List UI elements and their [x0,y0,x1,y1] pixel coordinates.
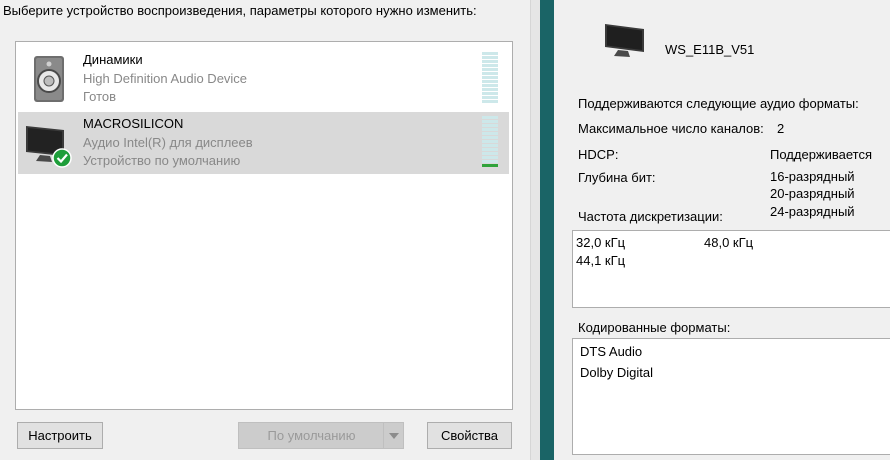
device-list[interactable]: Динамики High Definition Audio Device Го… [15,41,513,410]
encoded-formats-list[interactable]: DTS Audio Dolby Digital [572,338,890,455]
device-name: Динамики [83,52,143,67]
bit-depth-16: 16-разрядный [770,169,855,184]
device-name: MACROSILICON [83,116,184,131]
device-properties-pane: WS_E11B_V51 Поддерживаются следующие ауд… [554,0,890,460]
bit-depth-24: 24-разрядный [770,204,855,219]
hdcp-label: HDCP: [578,147,619,162]
device-description: High Definition Audio Device [83,71,248,86]
volume-level-meter [482,52,498,106]
volume-level-meter [482,116,498,170]
max-channels-value: 2 [777,121,785,136]
device-row-speakers[interactable]: Динамики High Definition Audio Device Го… [18,48,509,110]
set-default-label: По умолчанию [267,428,356,443]
device-status: Устройство по умолчанию [83,153,241,168]
instruction-text: Выберите устройство воспроизведения, пар… [3,3,477,18]
sample-rate-item: 48,0 кГц [704,235,754,250]
sample-rate-item: 44,1 кГц [576,253,626,268]
sample-rate-list[interactable]: 32,0 кГц 48,0 кГц 44,1 кГц [572,230,890,308]
device-row-macrosilicon[interactable]: MACROSILICON Аудио Intel(R) для дисплеев… [18,112,509,174]
device-model-name: WS_E11B_V51 [665,42,755,57]
device-status: Готов [83,89,117,104]
device-description: Аудио Intel(R) для дисплеев [83,135,253,150]
monitor-icon [604,22,646,60]
configure-button[interactable]: Настроить [17,422,103,449]
dropdown-arrow-icon[interactable] [383,423,403,448]
bit-depth-20: 20-разрядный [770,186,855,201]
properties-button[interactable]: Свойства [427,422,512,449]
encoded-format-item: Dolby Digital [580,365,653,380]
speaker-icon [24,54,74,104]
hdcp-value: Поддерживается [770,147,873,162]
bit-depth-label: Глубина бит: [578,170,656,185]
sample-rate-label: Частота дискретизации: [578,209,723,224]
set-default-split-button[interactable]: По умолчанию [238,422,404,449]
playback-devices-pane: Выберите устройство воспроизведения, пар… [0,0,530,460]
encoded-format-item: DTS Audio [580,344,643,359]
desktop-background-strip [540,0,554,460]
max-channels-label: Максимальное число каналов: [578,121,764,136]
encoded-formats-label: Кодированные форматы: [578,320,731,335]
sample-rate-item: 32,0 кГц [576,235,626,250]
supported-formats-label: Поддерживаются следующие аудио форматы: [578,96,859,111]
monitor-default-icon [24,118,74,168]
